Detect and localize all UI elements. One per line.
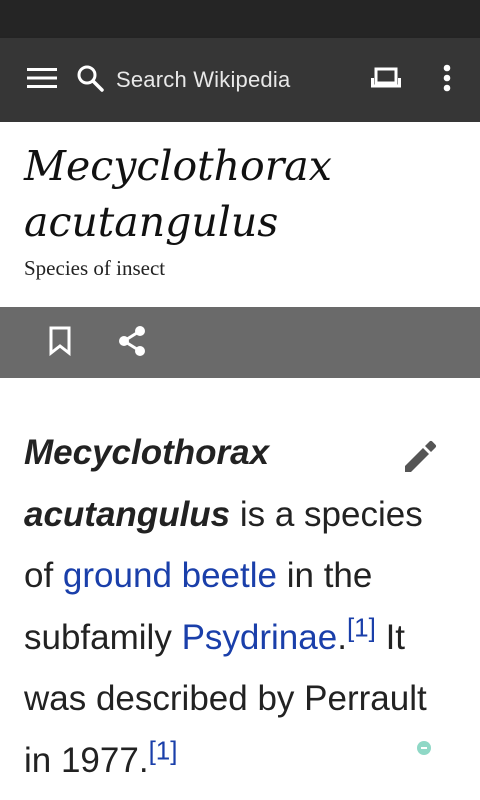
menu-button[interactable] [14,58,70,102]
tabs-button[interactable] [358,58,414,102]
reference-link[interactable]: [1] [347,612,376,642]
lead-text: . [337,617,347,657]
link-psydrinae[interactable]: Psydrinae [182,618,338,657]
tabs-icon [370,67,402,94]
scroll-indicator[interactable] [417,741,431,755]
share-icon [117,325,147,362]
article-content: Mecyclothorax acutangulus is a species o… [24,422,444,791]
page-title: Mecyclothorax acutangulus [24,142,332,246]
status-bar [0,0,480,38]
lead-paragraph: Mecyclothorax acutangulus is a species o… [24,422,444,791]
search-button[interactable]: Search Wikipedia [76,52,366,108]
menu-icon [27,67,57,94]
reference-link[interactable]: [1] [149,735,178,765]
article-header: Mecyclothorax acutangulus Species of ins… [0,122,480,307]
edit-icon [403,440,437,479]
page-description: Species of insect [24,256,166,280]
lead-text: 1977. [60,740,149,780]
search-icon [76,64,104,97]
overflow-icon [443,64,451,97]
overflow-menu-button[interactable] [430,58,464,102]
link-ground-beetle[interactable]: ground beetle [63,556,277,595]
article-action-bar [0,307,480,378]
edit-section-button[interactable] [398,437,442,481]
share-button[interactable] [108,319,156,367]
app-toolbar: Search Wikipedia [0,38,480,122]
bookmark-button[interactable] [36,319,84,367]
search-placeholder: Search Wikipedia [116,67,291,92]
bookmark-icon [48,326,72,361]
